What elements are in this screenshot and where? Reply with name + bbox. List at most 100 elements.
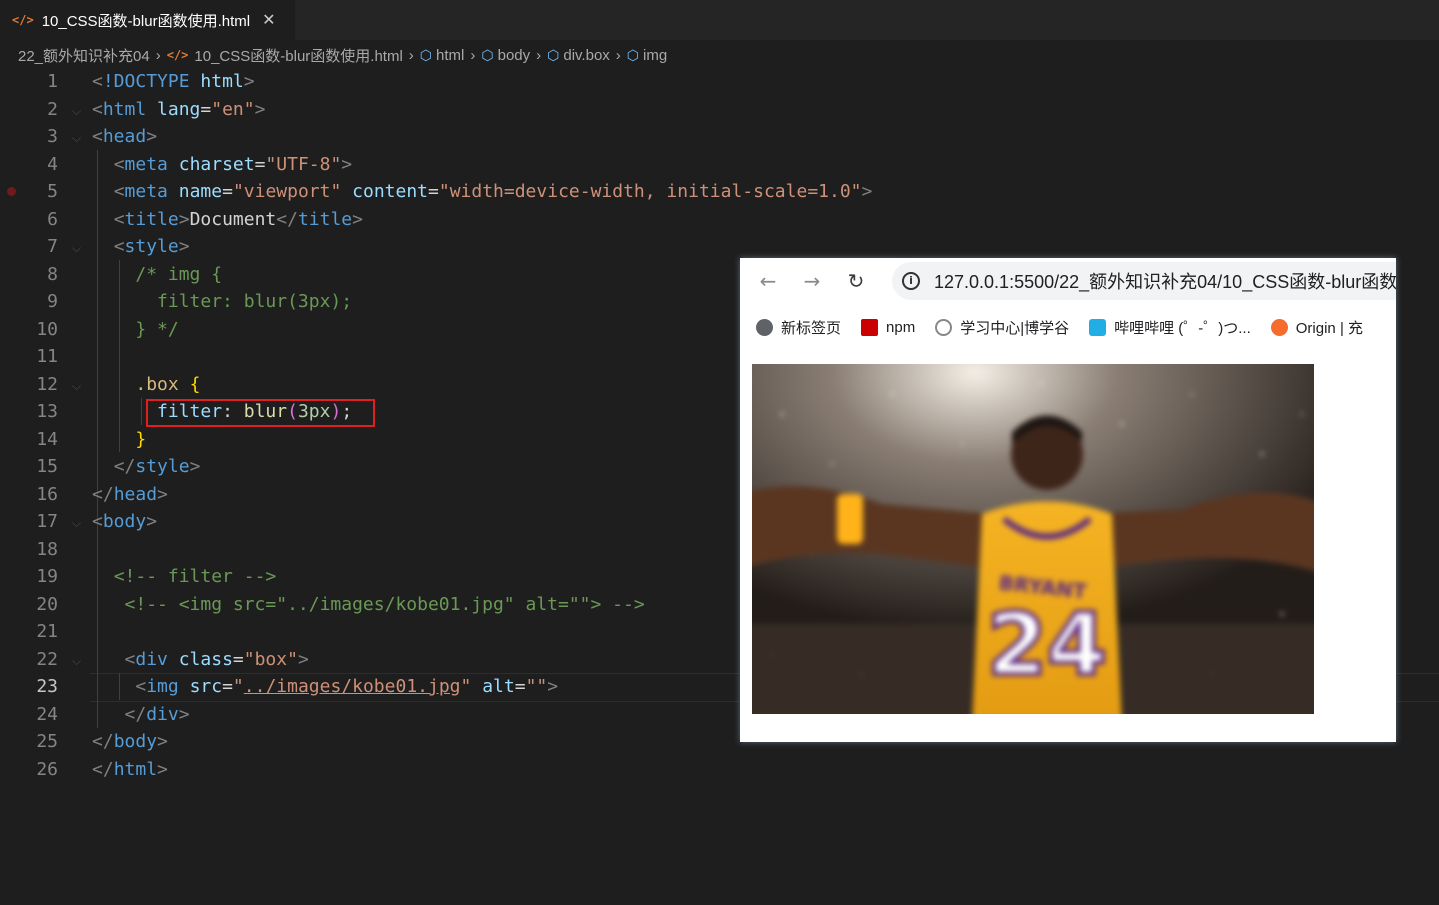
bozhi-icon — [935, 318, 953, 336]
code-token: "box" — [243, 648, 298, 670]
line-number: 4 — [47, 153, 58, 175]
tab-file[interactable]: </> 10_CSS函数-blur函数使用.html ✕ — [0, 0, 295, 40]
npm-icon — [861, 318, 879, 336]
code-token: title — [124, 208, 179, 230]
bookmark-label: 学习中心|博学谷 — [960, 319, 1070, 337]
breadcrumb: 22_额外知识补充04 › </> 10_CSS函数-blur函数使用.html… — [18, 44, 667, 66]
code-token: <!-- filter --> — [113, 566, 277, 587]
line-number: 1 — [47, 71, 58, 92]
bookmark-item[interactable]: npm — [861, 318, 916, 336]
code-token[interactable]: ../images/kobe01.jpg — [244, 676, 461, 697]
code-token: div — [146, 703, 179, 725]
bookmarks-bar: 新标签页 npm 学习中心|博学谷 哔哩哔哩 (゜-゜)つ... Origin … — [756, 314, 1383, 340]
code-token: title — [297, 208, 353, 230]
line-number: 23 — [36, 676, 58, 697]
highlight-box — [146, 399, 375, 427]
code-line: 3 <head> — [0, 123, 1439, 151]
code-token: html — [102, 98, 147, 120]
code-token: charset — [178, 153, 255, 175]
chevron-right-icon: › — [615, 46, 621, 64]
line-number: 15 — [36, 456, 58, 477]
bookmark-item[interactable]: Origin | 充 — [1270, 317, 1363, 338]
tab-bar: </> 10_CSS函数-blur函数使用.html ✕ — [0, 0, 1439, 40]
line-number: 20 — [36, 593, 58, 615]
bookmark-label: 新标签页 — [781, 319, 842, 337]
code-token: name — [178, 181, 223, 202]
line-number: 2 — [47, 98, 58, 120]
code-token: lang — [157, 98, 201, 120]
code-line: 4 <meta charset="UTF-8"> — [0, 151, 1439, 179]
code-line: 26 </html> — [0, 756, 1439, 784]
code-token: "width=device-width, initial-scale=1.0" — [438, 181, 862, 202]
line-number: 21 — [36, 621, 58, 642]
code-token: /* img { — [135, 263, 223, 285]
code-token: "" — [525, 676, 548, 697]
code-line: 5 <meta name="viewport" content="width=d… — [0, 178, 1439, 206]
back-icon[interactable]: ← — [746, 269, 790, 293]
tab-title: 10_CSS函数-blur函数使用.html — [41, 12, 251, 30]
code-token: style — [135, 456, 190, 477]
breadcrumb-folder[interactable]: 22_额外知识补充04 — [18, 45, 150, 66]
breadcrumb-div[interactable]: div.box — [563, 47, 609, 64]
code-line: 7 <style> — [0, 233, 1439, 261]
code-token: src — [189, 676, 223, 697]
forward-icon[interactable]: → — [790, 269, 834, 293]
reload-icon[interactable]: ↻ — [834, 269, 878, 293]
line-number: 6 — [47, 208, 58, 230]
line-number: 13 — [36, 401, 58, 422]
code-token: filter: blur(3px); — [157, 291, 353, 312]
symbol-icon: ⬡ — [481, 46, 494, 63]
line-number: 10 — [36, 318, 58, 340]
line-number: 14 — [36, 428, 58, 450]
symbol-icon: ⬡ — [547, 46, 560, 63]
code-token: class — [178, 648, 233, 670]
blurred-image: BRYANT 24 — [752, 364, 1314, 714]
line-number: 5 — [47, 181, 58, 202]
chevron-right-icon: › — [470, 46, 476, 64]
browser-toolbar: ← → ↻ i 127.0.0.1:5500/22_额外知识补充04/10_CS… — [740, 258, 1396, 304]
breadcrumb-file[interactable]: 10_CSS函数-blur函数使用.html — [194, 45, 402, 66]
code-token: meta — [124, 153, 168, 175]
browser-window: ← → ↻ i 127.0.0.1:5500/22_额外知识补充04/10_CS… — [740, 258, 1396, 742]
code-token: head — [113, 483, 158, 505]
line-number: 26 — [36, 758, 58, 780]
breadcrumb-img[interactable]: img — [643, 47, 667, 64]
line-number: 16 — [36, 483, 58, 505]
code-token: content — [352, 181, 429, 202]
line-number: 11 — [36, 346, 58, 367]
code-token: <!-- <img src="../images/kobe01.jpg" alt… — [124, 593, 645, 615]
code-token: div — [135, 648, 168, 670]
line-number: 3 — [47, 126, 58, 147]
code-token: { — [189, 373, 201, 395]
breadcrumb-html[interactable]: html — [436, 47, 464, 64]
jersey-number: 24 — [987, 595, 1107, 695]
code-line: 1 <!DOCTYPE html> — [0, 68, 1439, 96]
code-token: alt — [482, 676, 515, 697]
code-line: 6 <title>Document</title> — [0, 206, 1439, 234]
address-bar[interactable]: i 127.0.0.1:5500/22_额外知识补充04/10_CSS函数-bl… — [892, 262, 1396, 300]
code-token: .box — [135, 373, 179, 395]
bookmark-label: npm — [886, 318, 916, 336]
info-icon[interactable]: i — [902, 272, 920, 290]
code-token: style — [124, 236, 179, 257]
code-token: body — [113, 731, 158, 752]
code-token: html — [200, 71, 244, 92]
bookmark-item[interactable]: 哔哩哔哩 (゜-゜)つ... — [1089, 317, 1251, 338]
url-text: 127.0.0.1:5500/22_额外知识补充04/10_CSS函数-blur… — [934, 272, 1396, 292]
code-token: body — [102, 511, 147, 532]
html-file-icon: </> — [12, 13, 34, 27]
bookmark-item[interactable]: 学习中心|博学谷 — [935, 317, 1069, 338]
symbol-icon: ⬡ — [626, 46, 640, 63]
code-token: img — [146, 676, 179, 697]
code-token: html — [113, 758, 158, 780]
close-icon[interactable]: ✕ — [262, 10, 275, 30]
line-number: 17 — [36, 511, 58, 532]
breadcrumb-body[interactable]: body — [498, 47, 531, 64]
code-token: } — [135, 428, 147, 450]
bookmark-item[interactable]: 新标签页 — [756, 317, 841, 338]
chevron-right-icon: › — [408, 46, 414, 64]
code-token: } */ — [135, 318, 179, 340]
line-number: 19 — [36, 566, 58, 587]
code-token: !DOCTYPE — [102, 71, 190, 92]
bookmark-label: 哔哩哔哩 (゜-゜)つ... — [1114, 319, 1251, 337]
